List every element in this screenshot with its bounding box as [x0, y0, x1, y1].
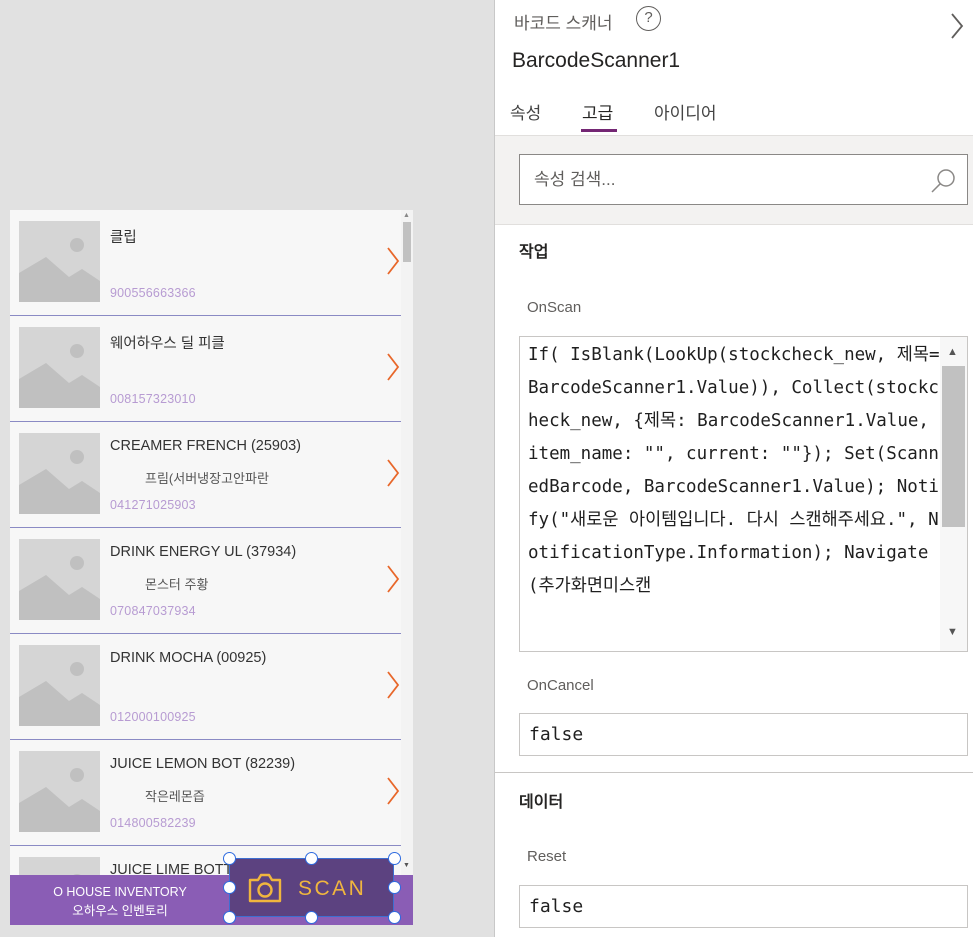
resize-handle-top-left[interactable] [223, 852, 236, 865]
reset-label: Reset [527, 848, 567, 865]
resize-handle-left[interactable] [223, 881, 236, 894]
oncancel-value[interactable]: false [529, 724, 583, 745]
section-data-heading: 데이터 [519, 794, 564, 811]
scroll-up-icon[interactable]: ▲ [403, 212, 410, 219]
property-search-box[interactable] [519, 154, 968, 205]
footer-title-ko: 오하우스 인벤토리 [72, 904, 168, 918]
search-icon[interactable] [930, 167, 958, 195]
gallery-item[interactable]: CREAMER FRENCH (25903) 프림(서버냉장고안파란 0412710… [10, 422, 410, 528]
resize-handle-bottom-right[interactable] [388, 911, 401, 924]
image-placeholder-icon [19, 433, 100, 514]
item-barcode: 900556663366 [110, 286, 196, 300]
image-placeholder-icon [19, 539, 100, 620]
image-placeholder-icon [19, 645, 100, 726]
active-tab-indicator [581, 129, 617, 132]
resize-handle-top[interactable] [305, 852, 318, 865]
footer-title-en: O HOUSE INVENTORY [53, 885, 187, 899]
canvas-area: 클립 900556663366 웨어하우스 딜 피클 008157323010 CREA… [0, 0, 494, 937]
tab-ideas[interactable]: 아이디어 [654, 99, 717, 124]
onscan-label: OnScan [527, 299, 582, 316]
gallery-item[interactable]: DRINK ENERGY UL (37934) 몬스터 주황 07084703793… [10, 528, 410, 634]
resize-handle-bottom-left[interactable] [223, 911, 236, 924]
item-barcode: 041271025903 [110, 498, 196, 512]
chevron-right-icon[interactable] [386, 564, 400, 594]
chevron-right-icon[interactable] [950, 12, 964, 40]
onscan-formula-field[interactable]: If( IsBlank(LookUp(stockcheck_new, 제목=Ba… [519, 336, 968, 652]
inventory-gallery[interactable]: 클립 900556663366 웨어하우스 딜 피클 008157323010 CREA… [10, 210, 410, 875]
barcode-scanner-button[interactable]: SCAN [229, 858, 394, 917]
gallery-scrollbar[interactable]: ▲ ▼ [401, 210, 413, 875]
gallery-item[interactable]: 클립 900556663366 [10, 210, 410, 316]
oncancel-field[interactable]: false [519, 713, 968, 756]
section-actions-heading: 작업 [519, 244, 549, 261]
gallery-item[interactable]: 웨어하우스 딜 피클 008157323010 [10, 316, 410, 422]
item-subtitle: 프림(서버냉장고안파란 [145, 471, 269, 486]
resize-handle-bottom[interactable] [305, 911, 318, 924]
tab-properties[interactable]: 속성 [510, 99, 541, 124]
image-placeholder-icon [19, 327, 100, 408]
item-title: 웨어하우스 딜 피클 [110, 336, 225, 352]
resize-handle-right[interactable] [388, 881, 401, 894]
item-barcode: 008157323010 [110, 392, 196, 406]
chevron-right-icon[interactable] [386, 352, 400, 382]
chevron-right-icon[interactable] [386, 776, 400, 806]
item-title: JUICE LEMON BOT (82239) [110, 756, 296, 772]
tab-advanced[interactable]: 고급 [582, 99, 613, 124]
gallery-item[interactable]: JUICE LEMON BOT (82239) 작은레몬즙 014800582239 [10, 740, 410, 846]
chevron-right-icon[interactable] [386, 246, 400, 276]
item-subtitle: 작은레몬즙 [145, 789, 205, 804]
scan-label: SCAN [298, 877, 367, 900]
item-barcode: 012000100925 [110, 710, 196, 724]
property-search-input[interactable] [534, 167, 914, 193]
camera-icon [248, 873, 282, 903]
resize-handle-top-right[interactable] [388, 852, 401, 865]
search-area [495, 136, 973, 224]
item-barcode: 070847037934 [110, 604, 196, 618]
item-subtitle: 몬스터 주황 [145, 577, 209, 592]
item-title: JUICE LIME BOTT [110, 862, 233, 875]
section-divider [495, 772, 973, 773]
search-divider [495, 224, 973, 225]
properties-pane: 바코드 스캐너 ? BarcodeScanner1 속성 고급 아이디어 작업 … [494, 0, 973, 937]
formula-scroll-thumb[interactable] [942, 366, 965, 527]
chevron-right-icon[interactable] [386, 670, 400, 700]
formula-scroll-down-icon[interactable]: ▼ [947, 626, 958, 638]
scroll-down-icon[interactable]: ▼ [403, 862, 410, 869]
item-title: CREAMER FRENCH (25903) [110, 438, 301, 454]
image-placeholder-icon [19, 857, 100, 875]
gallery-scroll-thumb[interactable] [403, 222, 411, 262]
image-placeholder-icon [19, 751, 100, 832]
onscan-formula-text[interactable]: If( IsBlank(LookUp(stockcheck_new, 제목=Ba… [528, 339, 940, 603]
item-barcode: 014800582239 [110, 816, 196, 830]
formula-scroll-up-icon[interactable]: ▲ [947, 346, 958, 358]
image-placeholder-icon [19, 221, 100, 302]
chevron-right-icon[interactable] [386, 458, 400, 488]
gallery-item[interactable]: DRINK MOCHA (00925) 012000100925 [10, 634, 410, 740]
item-title: DRINK ENERGY UL (37934) [110, 544, 297, 560]
app-screen: 클립 900556663366 웨어하우스 딜 피클 008157323010 CREA… [10, 210, 413, 925]
reset-field[interactable]: false [519, 885, 968, 928]
reset-value[interactable]: false [529, 896, 583, 917]
help-icon[interactable]: ? [636, 6, 661, 31]
oncancel-label: OnCancel [527, 677, 594, 694]
control-type-label: 바코드 스캐너 [514, 14, 613, 33]
formula-scrollbar[interactable]: ▲ ▼ [940, 337, 967, 651]
item-title: DRINK MOCHA (00925) [110, 650, 267, 666]
item-title: 클립 [110, 230, 137, 246]
control-name[interactable]: BarcodeScanner1 [512, 49, 680, 73]
